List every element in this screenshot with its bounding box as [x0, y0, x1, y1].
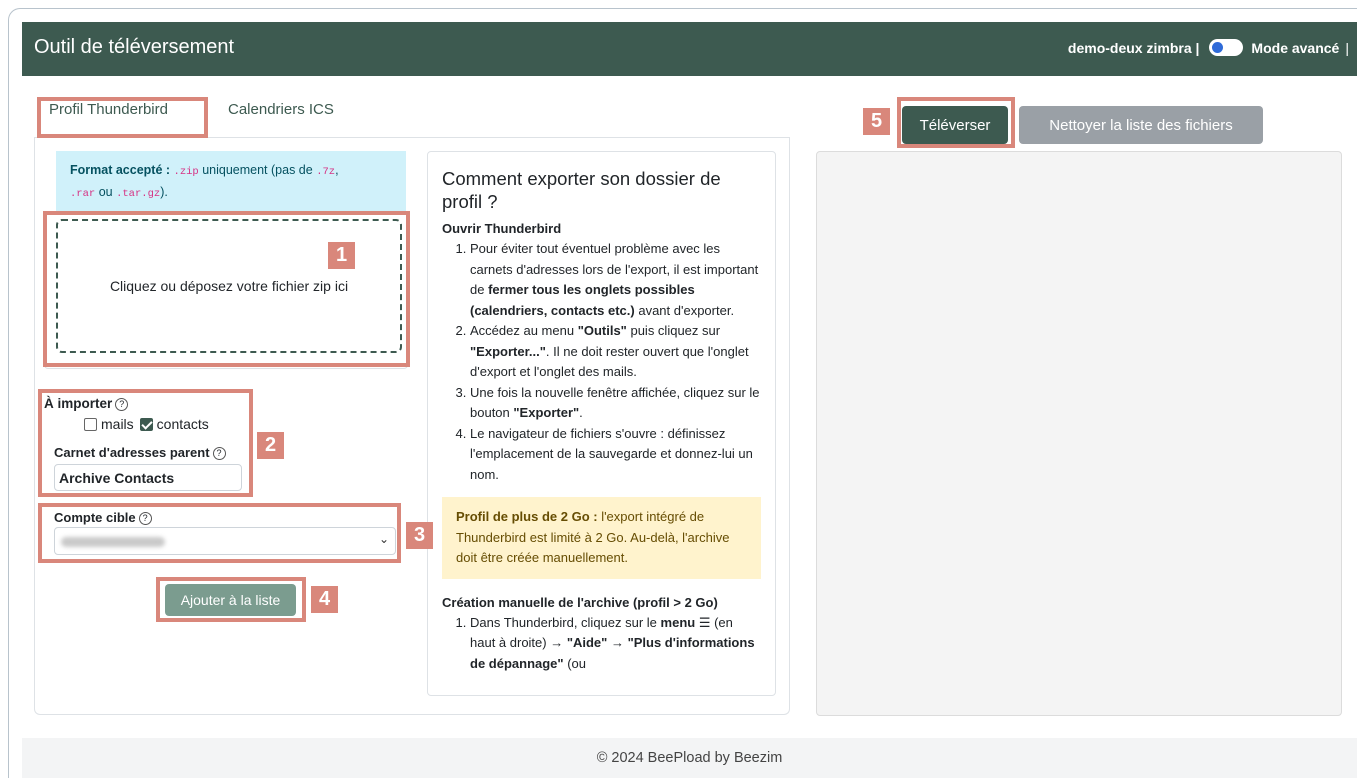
footer: © 2024 BeePload by Beezim — [22, 738, 1357, 778]
contacts-label: contacts — [156, 416, 209, 432]
toggle-knob — [1212, 42, 1224, 53]
step-text: avant d'exporter. — [634, 302, 735, 318]
step-badge-1: 1 — [328, 242, 355, 269]
upload-button[interactable]: Téléverser — [902, 106, 1008, 144]
blurred-account-value — [61, 537, 165, 547]
navbar-separator: | — [1345, 39, 1349, 56]
step-bold: "Aide" — [566, 635, 608, 650]
step-bold: "Exporter" — [513, 405, 580, 420]
format-rar: .rar — [70, 188, 96, 200]
step-badge-3: 3 — [406, 522, 433, 549]
open-thunderbird-heading: Ouvrir Thunderbird — [442, 221, 562, 236]
step-text: (ou — [563, 655, 586, 671]
help-icon[interactable]: ? — [212, 447, 226, 460]
user-name: demo-deux zimbra | — [1067, 39, 1200, 56]
mails-checkbox[interactable] — [84, 417, 97, 431]
help-icon[interactable]: ? — [115, 398, 129, 411]
addressbook-label-text: Carnet d'adresses parent — [54, 445, 210, 460]
manual-archive-heading: Création manuelle de l'archive (profil >… — [442, 594, 718, 610]
export-steps-list: Pour éviter tout éventuel problème avec … — [442, 239, 761, 485]
format-text: uniquement (pas de — [198, 163, 317, 177]
step-badge-2: 2 — [257, 432, 284, 459]
import-label: À importer? — [44, 396, 129, 411]
list-item: Une fois la nouvelle fenêtre affichée, c… — [470, 383, 761, 424]
step-bold: menu ☰ — [660, 614, 711, 630]
dropzone-text: Cliquez ou déposez votre fichier zip ici — [109, 278, 349, 294]
clear-file-list-button[interactable]: Nettoyer la liste des fichiers — [1019, 106, 1263, 144]
export-help-panel: Comment exporter son dossier de profil ?… — [427, 151, 776, 696]
file-list-panel — [816, 151, 1342, 716]
account-label-text: Compte cible — [54, 510, 136, 525]
large-profile-warning: Profil de plus de 2 Go : l'export intégr… — [442, 497, 761, 579]
file-dropzone[interactable]: Cliquez ou déposez votre fichier zip ici — [56, 219, 402, 353]
list-item: Le navigateur de fichiers s'ouvre : défi… — [470, 424, 761, 486]
step-bold: "Exporter..." — [470, 343, 546, 359]
import-label-text: À importer — [44, 396, 113, 411]
footer-text: © 2024 BeePload by Beezim — [596, 750, 783, 766]
account-label: Compte cible? — [54, 510, 152, 525]
tab-ics-calendars[interactable]: Calendriers ICS — [228, 101, 334, 118]
navbar: Outil de téléversement demo-deux zimbra … — [22, 22, 1357, 76]
mails-label: mails — [101, 416, 134, 432]
navbar-right: demo-deux zimbra | Mode avancé | — [1068, 39, 1349, 56]
step-badge-4: 4 — [311, 586, 338, 613]
warning-bold: Profil de plus de 2 Go : — [456, 509, 598, 524]
import-options: mails contacts — [84, 416, 209, 432]
list-item: Dans Thunderbird, cliquez sur le menu ☰ … — [470, 613, 761, 675]
list-item: Pour éviter tout éventuel problème avec … — [470, 239, 761, 321]
addressbook-input[interactable]: Archive Contacts — [54, 464, 242, 491]
addressbook-label: Carnet d'adresses parent? — [54, 445, 226, 460]
step-badge-5: 5 — [863, 108, 890, 135]
accepted-format-alert: Format accepté : .zip uniquement (pas de… — [56, 151, 406, 211]
step-text: puis cliquez sur — [626, 323, 721, 338]
help-title: Comment exporter son dossier de profil ? — [442, 168, 721, 212]
step-text: Dans Thunderbird, cliquez sur le — [470, 614, 661, 630]
contacts-checkbox[interactable] — [139, 417, 153, 431]
tab-thunderbird-profile[interactable]: Profil Thunderbird — [49, 101, 168, 118]
step-text: → — [607, 635, 628, 650]
add-to-list-button[interactable]: Ajouter à la liste — [165, 584, 296, 616]
list-item: Accédez au menu "Outils" puis cliquez su… — [470, 321, 761, 383]
app-title: Outil de téléversement — [34, 36, 235, 58]
format-7z: .7z — [316, 166, 336, 178]
format-comma: , — [335, 163, 339, 177]
format-label: Format accepté : — [70, 163, 171, 177]
target-account-select[interactable]: ⌄ — [54, 527, 396, 555]
format-or: ou — [95, 185, 117, 199]
step-text: Accédez au menu — [470, 323, 578, 338]
manual-steps-list: Dans Thunderbird, cliquez sur le menu ☰ … — [442, 613, 761, 675]
format-zip: .zip — [173, 166, 199, 178]
step-bold: "Outils" — [577, 323, 627, 338]
chevron-down-icon: ⌄ — [378, 532, 389, 546]
format-targz: .tar.gz — [116, 188, 161, 200]
help-icon[interactable]: ? — [138, 512, 152, 525]
advanced-mode-toggle[interactable] — [1209, 39, 1244, 56]
advanced-mode-label: Mode avancé — [1251, 39, 1340, 56]
format-end: ). — [160, 185, 168, 199]
step-text: . — [579, 405, 583, 420]
